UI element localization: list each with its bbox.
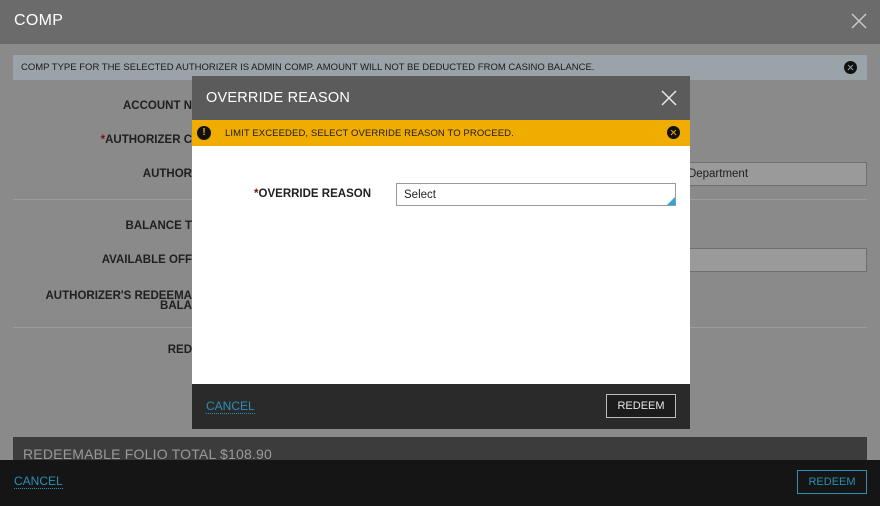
redeem-amount-label: RED — [167, 344, 192, 356]
close-icon[interactable] — [660, 89, 678, 107]
authorizer-code-label: *AUTHORIZER C — [60, 134, 192, 146]
folio-total-text: REDEEMABLE FOLIO TOTAL $108.90 — [23, 446, 273, 461]
warning-banner-text: LIMIT EXCEEDED, SELECT OVERRIDE REASON T… — [225, 128, 514, 139]
comp-window-footer: CANCEL REDEEM — [0, 460, 880, 506]
folio-total-bar: REDEEMABLE FOLIO TOTAL $108.90 — [13, 437, 867, 461]
override-reason-select-value: Select — [404, 189, 436, 201]
override-reason-label: *OVERRIDE REASON — [192, 188, 371, 200]
comp-window-title: COMP — [14, 12, 64, 29]
account-number-label: ACCOUNT N — [123, 100, 192, 112]
modal-title: OVERRIDE REASON — [206, 90, 350, 106]
authorizer-code-label-text: AUTHORIZER C — [105, 134, 192, 146]
modal-cancel-link[interactable]: CANCEL — [206, 399, 255, 414]
info-banner-close-icon[interactable] — [844, 61, 857, 74]
comp-window-header: COMP — [0, 0, 880, 44]
warning-banner: ! LIMIT EXCEEDED, SELECT OVERRIDE REASON… — [192, 120, 690, 146]
warning-banner-close-icon[interactable] — [667, 126, 680, 139]
authorizer-field[interactable]: v Department — [670, 162, 867, 186]
close-icon[interactable] — [850, 12, 868, 30]
balance-type-label: BALANCE T — [125, 220, 192, 232]
override-reason-modal: OVERRIDE REASON ! LIMIT EXCEEDED, SELECT… — [192, 76, 690, 429]
redeemable-balance-label-line2: BALA — [160, 300, 192, 312]
cancel-link[interactable]: CANCEL — [14, 474, 63, 489]
override-reason-select[interactable]: Select — [396, 183, 676, 206]
modal-header: OVERRIDE REASON — [192, 76, 690, 120]
modal-redeem-button[interactable]: REDEEM — [606, 394, 676, 418]
info-banner-text: COMP TYPE FOR THE SELECTED AUTHORIZER IS… — [21, 62, 595, 73]
available-offers-label: AVAILABLE OFF — [101, 254, 192, 266]
available-offers-field[interactable]: A — [670, 248, 867, 272]
exclamation-icon: ! — [197, 126, 211, 140]
modal-footer: CANCEL REDEEM — [192, 384, 690, 429]
redeem-button[interactable]: REDEEM — [797, 470, 867, 494]
override-reason-label-text: OVERRIDE REASON — [258, 188, 371, 200]
authorizer-label: AUTHOR — [142, 168, 192, 180]
dropdown-corner-icon — [667, 197, 675, 205]
